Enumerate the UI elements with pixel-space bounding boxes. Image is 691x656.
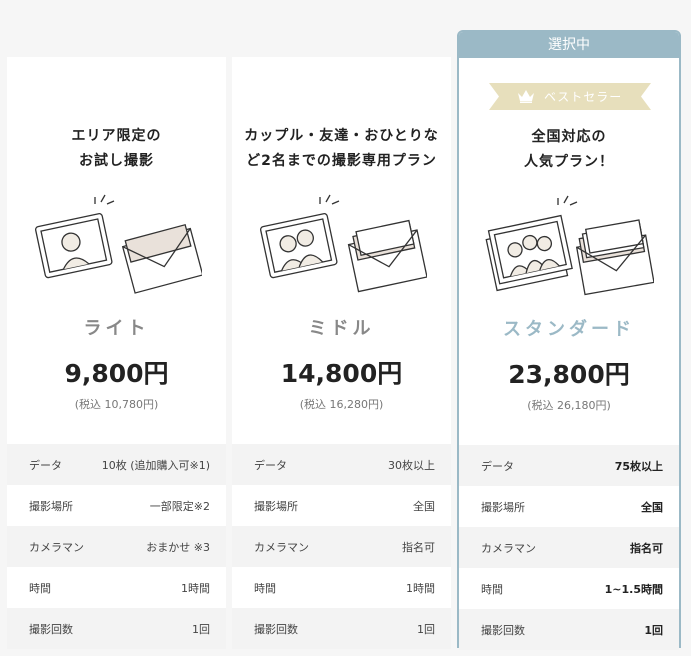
spec-row-location: 撮影場所 一部限定※2: [7, 485, 226, 526]
plan-name: スタンダード: [503, 319, 635, 340]
spec-label: データ: [481, 459, 514, 473]
spec-label: データ: [254, 458, 287, 472]
spec-row-sessions: 撮影回数 1回: [232, 608, 451, 649]
spec-label: 撮影場所: [254, 499, 298, 513]
spec-table: データ 10枚 (追加購入可※1) 撮影場所 一部限定※2 カメラマン おまかせ…: [7, 444, 226, 649]
spec-label: カメラマン: [29, 540, 84, 554]
spec-label: 撮影回数: [254, 622, 298, 636]
plan-headline: 全国対応の 人気プラン！: [459, 125, 679, 175]
plan-price-with-tax: (税込 16,280円): [299, 398, 384, 411]
spec-value: 1回: [644, 623, 663, 637]
headline-line-1: エリア限定の: [71, 128, 162, 144]
spec-row-time: 時間 1~1.5時間: [459, 568, 679, 609]
spec-value: 1回: [192, 622, 210, 636]
spec-label: データ: [29, 458, 62, 472]
spec-row-time: 時間 1時間: [7, 567, 226, 608]
selected-tab: 選択中: [459, 32, 679, 58]
plan-card-light[interactable]: エリア限定の お試し撮影 ライト 9,800円 (税込 10,780円) データ…: [7, 57, 226, 649]
spec-row-photographer: カメラマン 指名可: [459, 527, 679, 568]
spec-value: 1時間: [181, 581, 210, 595]
headline-line-2: 人気プラン！: [524, 154, 614, 170]
headline-line-1: 全国対応の: [531, 129, 607, 145]
plan-card-standard[interactable]: 選択中 ベストセラー 全国対応の 人気プラン！ スタンダード 23,800円 (…: [457, 30, 681, 650]
spec-row-data: データ 75枚以上: [459, 445, 679, 486]
spec-value: 指名可: [402, 540, 435, 554]
spec-value: 1~1.5時間: [604, 582, 663, 596]
spec-label: 時間: [481, 582, 503, 596]
spec-label: 撮影場所: [29, 499, 73, 513]
bestseller-badge: ベストセラー: [489, 83, 651, 110]
badge-label: ベストセラー: [544, 90, 623, 104]
spec-label: カメラマン: [254, 540, 309, 554]
spec-value: 1時間: [406, 581, 435, 595]
plan-price: 9,800円: [64, 359, 169, 388]
plan-price: 23,800円: [508, 360, 630, 389]
spec-label: 時間: [254, 581, 276, 595]
spec-row-photographer: カメラマン おまかせ ※3: [7, 526, 226, 567]
spec-row-location: 撮影場所 全国: [459, 486, 679, 527]
photo-envelope-illustration: [259, 194, 427, 293]
spec-label: 撮影場所: [481, 500, 525, 514]
spec-value: 10枚 (追加購入可※1): [101, 458, 210, 472]
spec-row-photographer: カメラマン 指名可: [232, 526, 451, 567]
spec-row-sessions: 撮影回数 1回: [7, 608, 226, 649]
spec-value: おまかせ ※3: [146, 540, 210, 554]
spec-value: 75枚以上: [614, 459, 663, 473]
headline-line-2: お試し撮影: [79, 153, 154, 169]
plan-price: 14,800円: [280, 359, 403, 388]
spec-value: 全国: [413, 499, 435, 513]
headline-line-2: ど2名までの撮影専用プラン: [246, 153, 437, 169]
spec-value: 一部限定※2: [149, 499, 210, 513]
spec-row-location: 撮影場所 全国: [232, 485, 451, 526]
spec-label: 時間: [29, 581, 51, 595]
spec-value: 30枚以上: [388, 458, 435, 472]
spec-row-data: データ 10枚 (追加購入可※1): [7, 444, 226, 485]
spec-row-time: 時間 1時間: [232, 567, 451, 608]
plan-card-middle[interactable]: カップル・友達・おひとりな ど2名までの撮影専用プラン ミドル 14,800円 …: [232, 57, 451, 649]
plan-headline: カップル・友達・おひとりな ど2名までの撮影専用プラン: [232, 124, 451, 174]
plan-price-with-tax: (税込 10,780円): [74, 398, 159, 411]
headline-line-1: カップル・友達・おひとりな: [244, 128, 439, 144]
plan-headline: エリア限定の お試し撮影: [7, 124, 226, 174]
spec-table: データ 30枚以上 撮影場所 全国 カメラマン 指名可 時間 1時間 撮影回数 …: [232, 444, 451, 649]
spec-label: 撮影回数: [29, 622, 73, 636]
spec-label: 撮影回数: [481, 623, 525, 637]
spec-value: 指名可: [630, 541, 663, 555]
plan-name: ライト: [83, 318, 150, 339]
plan-price-with-tax: (税込 26,180円): [527, 399, 611, 412]
spec-value: 1回: [417, 622, 435, 636]
plan-name: ミドル: [308, 318, 375, 339]
spec-value: 全国: [641, 500, 663, 514]
spec-row-data: データ 30枚以上: [232, 444, 451, 485]
photo-envelope-illustration: [485, 195, 654, 296]
spec-label: カメラマン: [481, 541, 536, 555]
photo-envelope-illustration: [34, 194, 202, 294]
crown-icon: [518, 90, 534, 103]
spec-row-sessions: 撮影回数 1回: [459, 609, 679, 650]
spec-table: データ 75枚以上 撮影場所 全国 カメラマン 指名可 時間 1~1.5時間 撮…: [459, 445, 679, 650]
